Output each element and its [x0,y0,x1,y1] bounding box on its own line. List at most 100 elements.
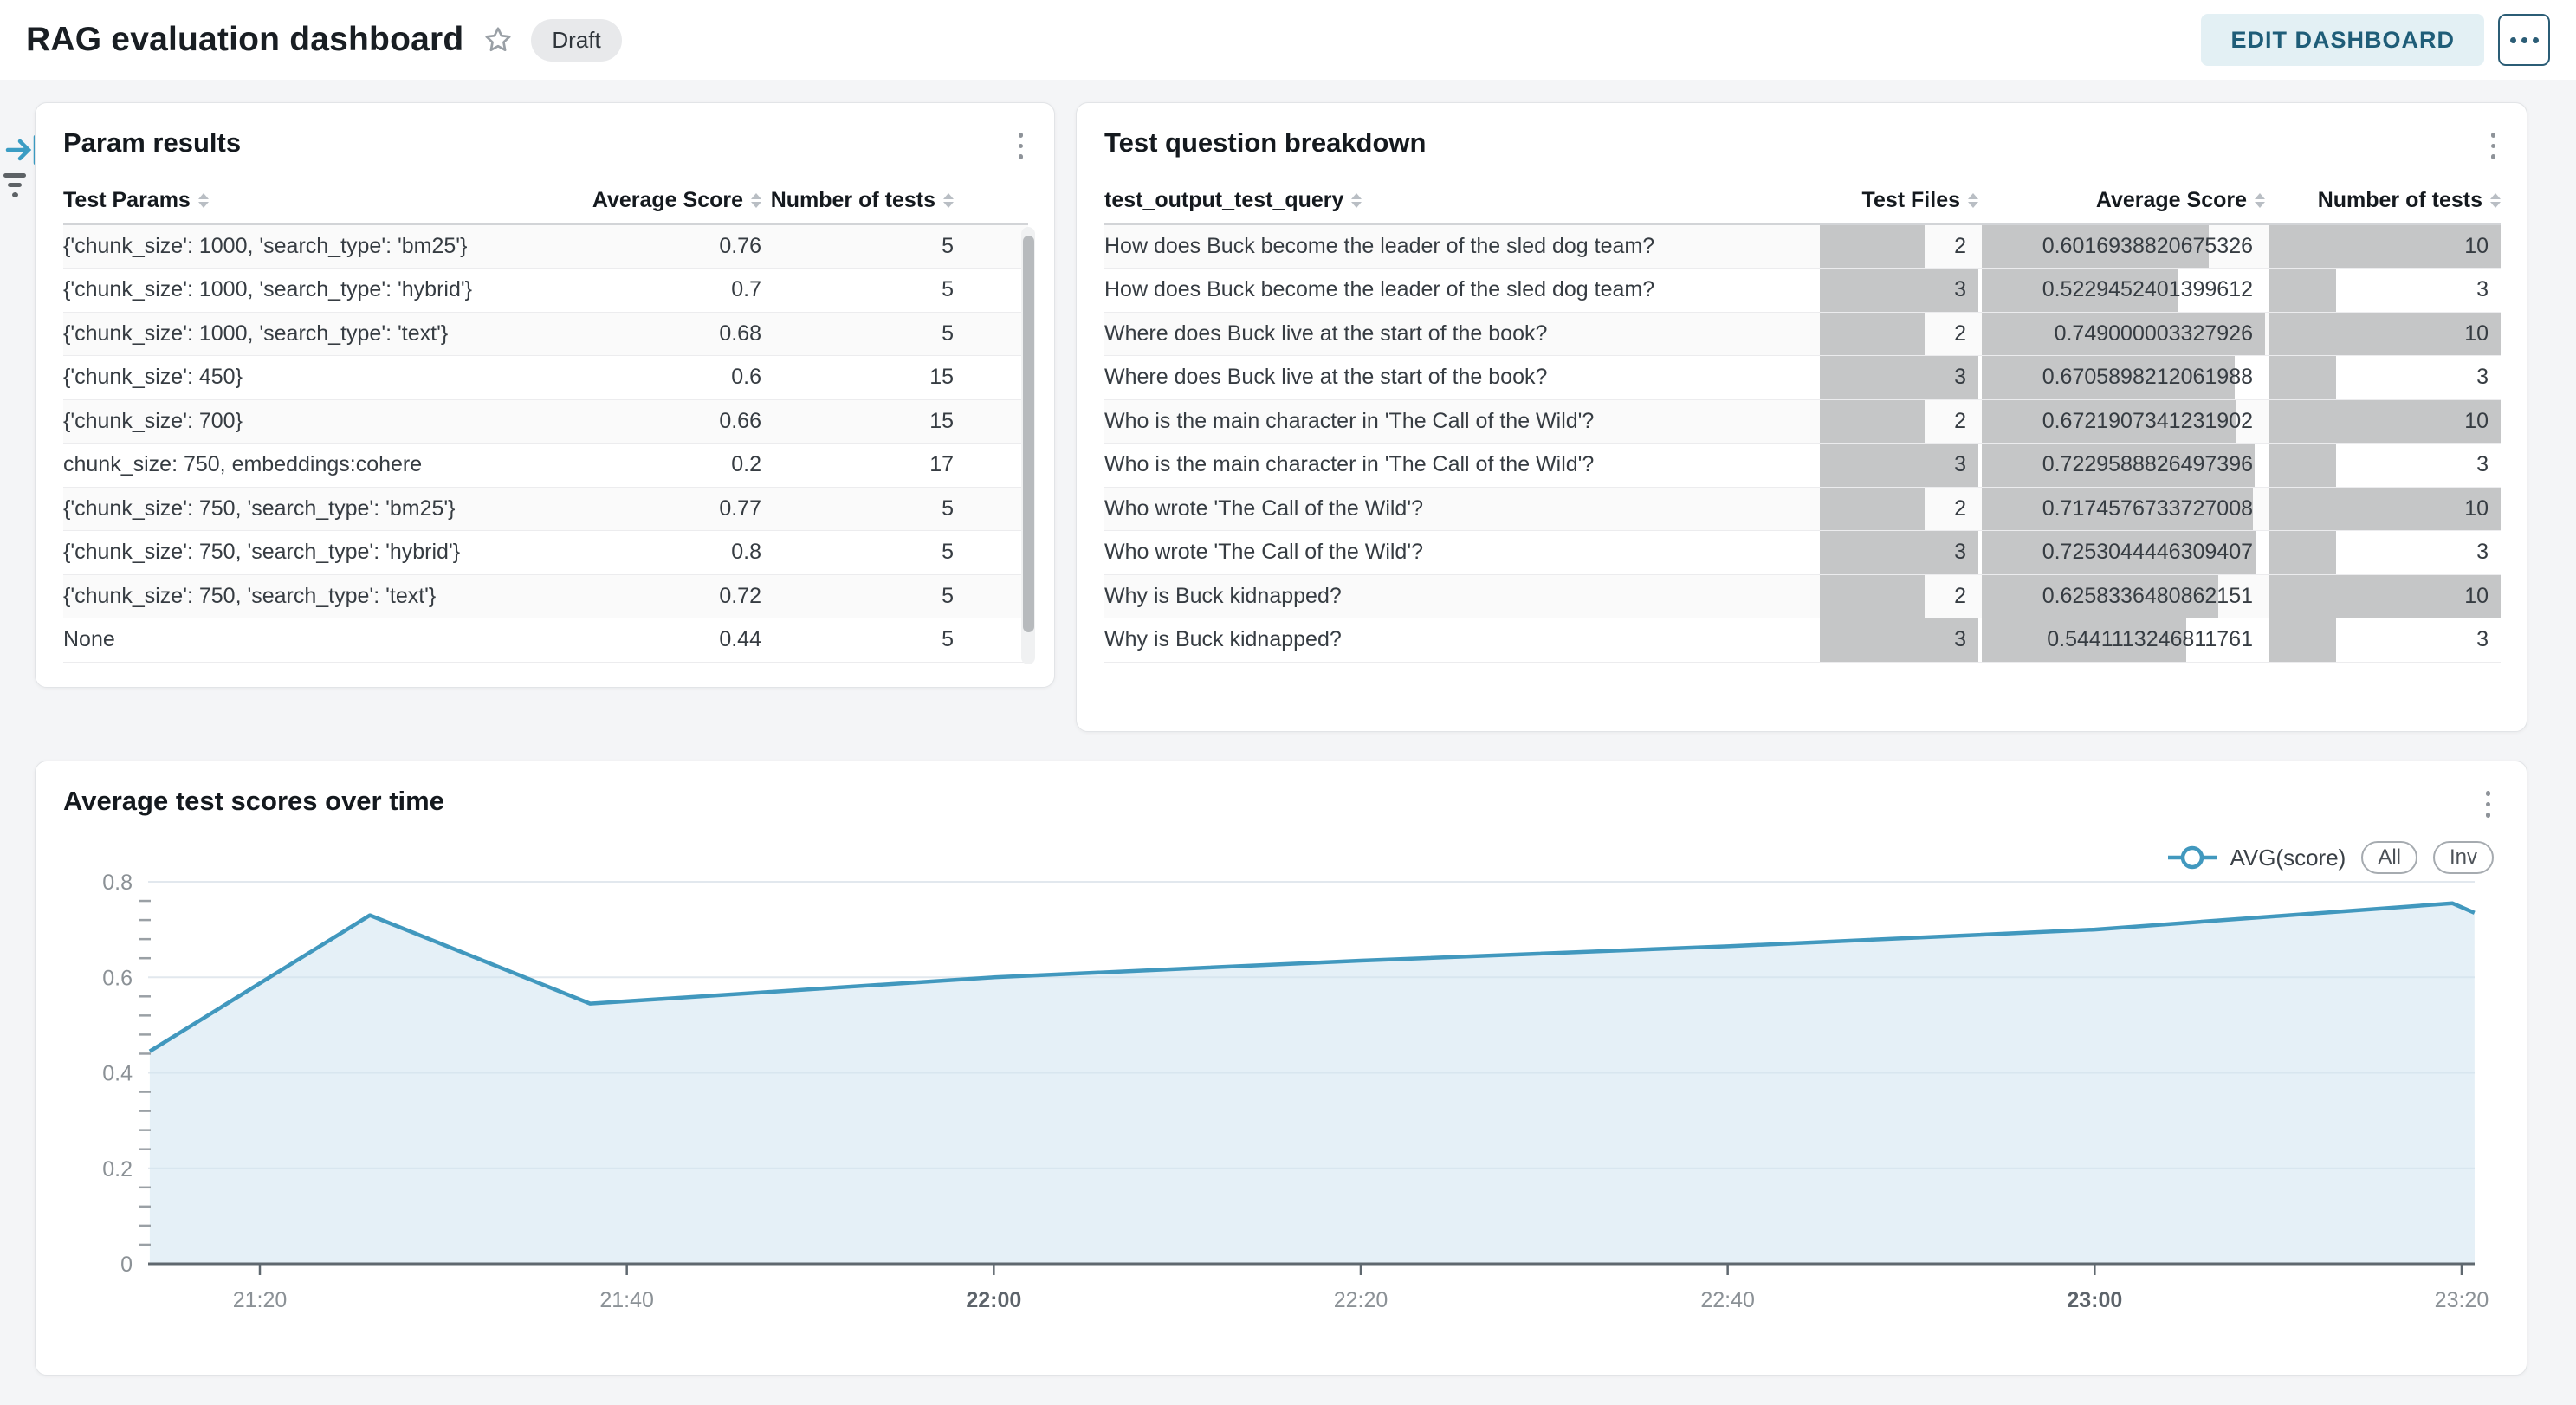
column-header-test-query[interactable]: test_output_test_query [1104,188,1816,213]
sort-icon[interactable] [1968,193,1978,208]
cell-average-score: 0.6721907341231902 [1978,400,2265,444]
widget-title: Param results [63,127,241,159]
table-row: {'chunk_size': 700}0.6615 [63,400,1028,444]
cell-value: 10 [2265,584,2501,609]
cell-test-params: chunk_size: 750, embeddings:cohere [63,444,540,487]
widget-menu-icon[interactable] [1015,127,1027,165]
cell-value: 3 [2265,627,2501,652]
table-row: Why is Buck kidnapped?30.544111324681176… [1104,618,2501,663]
cell-average-score: 0.7 [540,269,761,312]
table-row: {'chunk_size': 450}0.615 [63,356,1028,400]
filter-panel-icon[interactable] [3,173,26,197]
area-chart[interactable]: 00.20.40.60.821:2021:4022:0022:2022:4023… [36,761,2528,1376]
cell-value: 0.6705898212061988 [1978,365,2265,390]
cell-average-score: 0.66 [540,400,761,444]
cell-value: 2 [1816,584,1978,609]
cell-number-of-tests: 10 [2265,313,2501,356]
cell-average-score: 0.44 [540,618,761,662]
favorite-star-icon[interactable] [482,24,514,55]
cell-number-of-tests: 5 [761,618,954,662]
cell-value: 3 [2265,452,2501,477]
cell-average-score: 0.7229588826497396 [1978,444,2265,487]
cell-number-of-tests: 10 [2265,225,2501,269]
cell-number-of-tests: 5 [761,313,954,356]
question-breakdown-table: test_output_test_query Test Files Averag… [1104,178,2501,663]
cell-value: 0.5229452401399612 [1978,277,2265,302]
cell-number-of-tests: 10 [2265,575,2501,618]
cell-test-query: How does Buck become the leader of the s… [1104,225,1816,269]
widget-menu-icon[interactable] [2488,127,2500,165]
table-row: Who wrote 'The Call of the Wild'?20.7174… [1104,488,2501,532]
sort-icon[interactable] [943,193,954,208]
cell-average-score: 0.749000003327926 [1978,313,2265,356]
cell-value: 2 [1816,409,1978,434]
cell-test-files: 3 [1816,618,1978,662]
sort-icon[interactable] [2490,193,2501,208]
cell-average-score: 0.5441113246811761 [1978,618,2265,662]
table-scrollbar[interactable] [1021,227,1035,664]
cell-value: 0.749000003327926 [1978,321,2265,346]
sort-icon[interactable] [1351,193,1362,208]
y-axis-tick-label: 0 [120,1253,133,1277]
cell-number-of-tests: 17 [761,444,954,487]
cell-test-params: {'chunk_size': 450} [63,356,540,399]
column-header-number-of-tests[interactable]: Number of tests [2265,188,2501,213]
sort-icon[interactable] [2255,193,2265,208]
sort-icon[interactable] [751,193,761,208]
x-axis-tick-label: 23:00 [2067,1288,2122,1312]
cell-test-params: {'chunk_size': 750, 'search_type': 'hybr… [63,531,540,574]
page-title: RAG evaluation dashboard [26,21,463,59]
cell-number-of-tests: 5 [761,531,954,574]
cell-number-of-tests: 15 [761,400,954,444]
column-header-average-score[interactable]: Average Score [1978,188,2265,213]
table-row: None0.445 [63,618,1028,663]
cell-value: 0.6721907341231902 [1978,409,2265,434]
cell-value: 10 [2265,496,2501,521]
scrollbar-thumb[interactable] [1023,236,1034,632]
more-options-button[interactable] [2498,14,2550,66]
cell-average-score: 0.6 [540,356,761,399]
edit-dashboard-button[interactable]: EDIT DASHBOARD [2201,14,2484,66]
cell-value: 2 [1816,234,1978,259]
cell-test-query: Why is Buck kidnapped? [1104,618,1816,662]
table-row: {'chunk_size': 750, 'search_type': 'text… [63,575,1028,619]
cell-value: 2 [1816,496,1978,521]
cell-average-score: 0.76 [540,225,761,269]
table-header-row: Test Params Average Score Number of test… [63,178,1028,225]
cell-number-of-tests: 15 [761,356,954,399]
cell-test-query: Who wrote 'The Call of the Wild'? [1104,488,1816,531]
table-row: Where does Buck live at the start of the… [1104,313,2501,357]
dashboard-header: RAG evaluation dashboard Draft EDIT DASH… [0,0,2576,80]
cell-number-of-tests: 3 [2265,618,2501,662]
cell-number-of-tests: 5 [761,225,954,269]
param-results-table: Test Params Average Score Number of test… [63,178,1028,663]
cell-test-params: {'chunk_size': 1000, 'search_type': 'hyb… [63,269,540,312]
cell-test-files: 3 [1816,356,1978,399]
table-row: {'chunk_size': 750, 'search_type': 'hybr… [63,531,1028,575]
cell-number-of-tests: 10 [2265,488,2501,531]
cell-number-of-tests: 3 [2265,356,2501,399]
y-axis-tick-label: 0.4 [102,1062,133,1086]
cell-test-query: Where does Buck live at the start of the… [1104,356,1816,399]
table-row: How does Buck become the leader of the s… [1104,269,2501,313]
sort-icon[interactable] [198,193,209,208]
cell-value: 3 [2265,365,2501,390]
cell-value: 3 [2265,540,2501,565]
cell-test-params: {'chunk_size': 750, 'search_type': 'bm25… [63,488,540,531]
cell-number-of-tests: 3 [2265,531,2501,574]
table-row: How does Buck become the leader of the s… [1104,225,2501,269]
column-header-average-score[interactable]: Average Score [540,188,761,213]
cell-test-params: {'chunk_size': 1000, 'search_type': 'tex… [63,313,540,356]
column-header-number-of-tests[interactable]: Number of tests [761,188,954,213]
cell-value: 2 [1816,321,1978,346]
widget-title: Test question breakdown [1104,127,1426,159]
column-header-test-params[interactable]: Test Params [63,188,540,213]
cell-test-query: Where does Buck live at the start of the… [1104,313,1816,356]
column-header-test-files[interactable]: Test Files [1816,188,1978,213]
cell-value: 0.7174576733727008 [1978,496,2265,521]
y-axis-tick-label: 0.6 [102,966,133,990]
question-breakdown-widget: Test question breakdown test_output_test… [1076,102,2527,732]
param-results-widget: Param results Test Params Average Score … [35,102,1055,688]
cell-number-of-tests: 10 [2265,400,2501,444]
table-row: Where does Buck live at the start of the… [1104,356,2501,400]
